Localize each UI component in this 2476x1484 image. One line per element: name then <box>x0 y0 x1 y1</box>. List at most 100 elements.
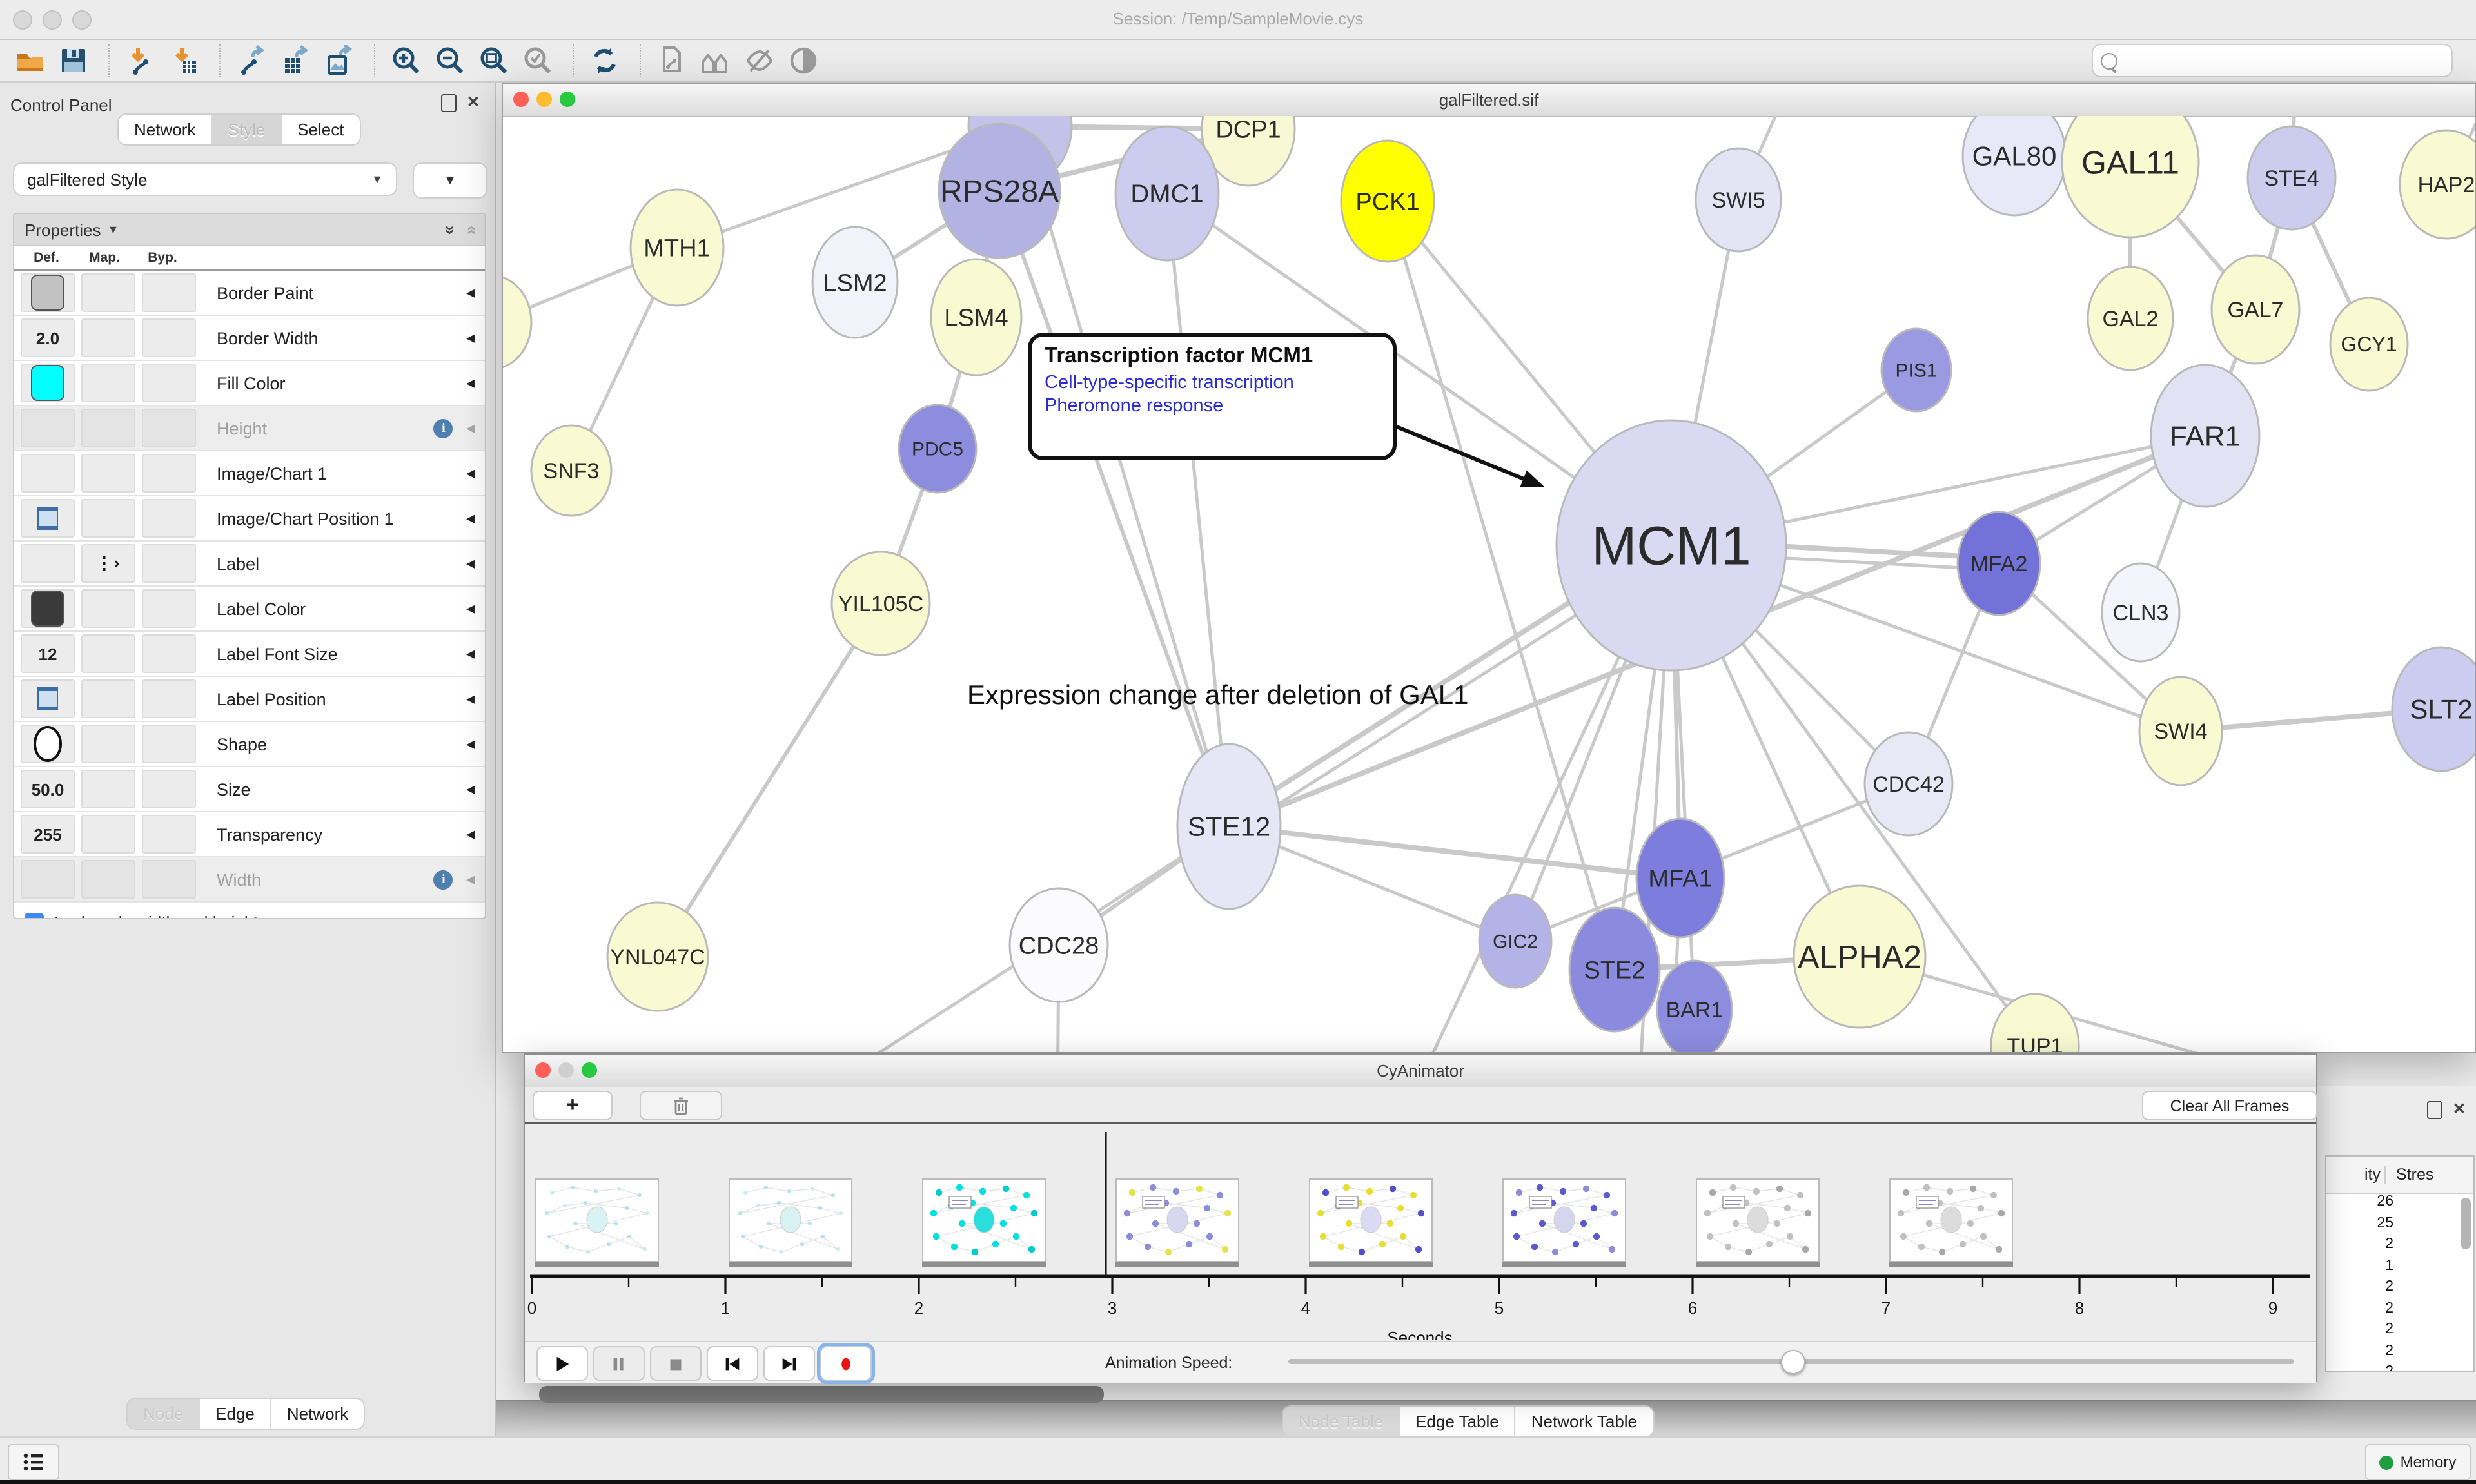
horizontal-scrollbar[interactable] <box>539 1386 1104 1403</box>
property-def-cell[interactable] <box>21 679 75 718</box>
add-frame-button[interactable]: + <box>533 1091 613 1120</box>
tab-network[interactable]: Network <box>271 1399 364 1429</box>
table-row[interactable]: 1 <box>2326 1258 2473 1279</box>
clear-all-frames-button[interactable]: Clear All Frames <box>2142 1091 2317 1120</box>
zoom-selected-button[interactable] <box>518 43 557 79</box>
property-map-cell[interactable] <box>81 634 135 673</box>
property-row-image-chart-1[interactable]: Image/Chart 1◂ <box>14 451 485 496</box>
last-frame-button[interactable] <box>763 1346 815 1381</box>
property-byp-cell[interactable] <box>142 634 196 673</box>
property-row-label-color[interactable]: Label Color◂ <box>14 587 485 632</box>
table-row[interactable]: 25 <box>2326 1215 2473 1236</box>
zoom-out-button[interactable] <box>431 43 469 79</box>
property-map-cell[interactable] <box>81 770 135 808</box>
property-map-cell[interactable]: ⋮› <box>81 544 135 583</box>
property-def-cell[interactable] <box>21 725 75 763</box>
export-image-button[interactable] <box>320 43 359 79</box>
property-row-size[interactable]: 50.0Size◂ <box>14 767 485 812</box>
expand-all-icon[interactable]: » <box>440 225 460 234</box>
property-map-cell[interactable] <box>81 364 135 402</box>
property-map-cell[interactable] <box>81 679 135 718</box>
property-def-cell[interactable] <box>21 364 75 402</box>
column-header[interactable]: Stres <box>2386 1166 2433 1184</box>
cyanimator-titlebar[interactable]: CyAnimator <box>525 1055 2316 1088</box>
expand-property-icon[interactable]: ◂ <box>466 643 475 664</box>
property-def-cell[interactable]: 255 <box>21 815 75 854</box>
open-session-button[interactable] <box>10 43 49 79</box>
property-row-width[interactable]: Widthi◂ <box>14 857 485 903</box>
expand-property-icon[interactable]: ◂ <box>466 553 475 574</box>
property-def-cell[interactable] <box>21 860 75 899</box>
tab-network[interactable]: Network <box>119 115 212 144</box>
search-input[interactable] <box>2123 50 2444 71</box>
property-byp-cell[interactable] <box>142 499 196 538</box>
property-row-label[interactable]: ⋮›Label◂ <box>14 542 485 587</box>
collapse-all-icon[interactable]: » <box>460 225 480 234</box>
import-network-button[interactable] <box>121 43 160 79</box>
property-byp-cell[interactable] <box>142 544 196 583</box>
expand-property-icon[interactable]: ◂ <box>466 418 475 438</box>
property-byp-cell[interactable] <box>142 725 196 763</box>
stop-button[interactable] <box>650 1346 702 1381</box>
pause-button[interactable] <box>593 1346 645 1381</box>
zoom-fit-button[interactable] <box>475 43 513 79</box>
property-map-cell[interactable] <box>81 589 135 628</box>
property-map-cell[interactable] <box>81 499 135 538</box>
property-byp-cell[interactable] <box>142 364 196 402</box>
property-def-cell[interactable]: 12 <box>21 634 75 673</box>
property-def-cell[interactable] <box>21 454 75 493</box>
property-byp-cell[interactable] <box>142 860 196 899</box>
expand-property-icon[interactable]: ◂ <box>466 869 475 890</box>
property-map-cell[interactable] <box>81 815 135 854</box>
save-session-button[interactable] <box>54 43 93 79</box>
property-map-cell[interactable] <box>81 409 135 447</box>
property-byp-cell[interactable] <box>142 770 196 808</box>
export-table-button[interactable] <box>276 43 315 79</box>
table-row[interactable]: 2 <box>2326 1322 2473 1343</box>
property-byp-cell[interactable] <box>142 318 196 357</box>
properties-header-label[interactable]: Properties <box>25 220 101 239</box>
show-all-button[interactable] <box>784 43 823 79</box>
property-row-border-width[interactable]: 2.0Border Width◂ <box>14 316 485 361</box>
tab-select[interactable]: Select <box>282 115 359 144</box>
tab-edge[interactable]: Edge <box>200 1399 271 1429</box>
first-frame-button[interactable] <box>707 1346 758 1381</box>
panel-list-button[interactable] <box>8 1444 59 1480</box>
close-panel-icon[interactable]: ✕ <box>467 93 480 111</box>
property-row-label-position[interactable]: Label Position◂ <box>14 677 485 722</box>
tab-node[interactable]: Node <box>128 1399 200 1429</box>
network-canvas[interactable]: RPS28ADCP1DMC1PCK1MTH1LSM2LSM4SNF3PDC5YI… <box>503 116 2475 1052</box>
expand-property-icon[interactable]: ◂ <box>466 598 475 619</box>
node-sliver[interactable] <box>503 276 531 369</box>
property-def-cell[interactable] <box>21 589 75 628</box>
property-byp-cell[interactable] <box>142 589 196 628</box>
table-row[interactable]: 2 <box>2326 1364 2473 1372</box>
property-row-height[interactable]: Heighti◂ <box>14 406 485 451</box>
property-map-cell[interactable] <box>81 454 135 493</box>
column-header[interactable]: ity <box>2326 1166 2386 1184</box>
property-byp-cell[interactable] <box>142 409 196 447</box>
refresh-button[interactable] <box>585 43 624 79</box>
style-options-button[interactable]: ▼ <box>413 162 487 199</box>
expand-property-icon[interactable]: ◂ <box>466 779 475 799</box>
property-def-cell[interactable] <box>21 273 75 312</box>
table-row[interactable]: 2 <box>2326 1279 2473 1300</box>
expand-property-icon[interactable]: ◂ <box>466 824 475 845</box>
property-map-cell[interactable] <box>81 725 135 763</box>
expand-property-icon[interactable]: ◂ <box>466 282 475 303</box>
float-panel-icon[interactable] <box>2427 1101 2442 1126</box>
property-row-image-chart-position-1[interactable]: Image/Chart Position 1◂ <box>14 496 485 542</box>
tab-edge-table[interactable]: Edge Table <box>1400 1407 1516 1436</box>
property-def-cell[interactable] <box>21 544 75 583</box>
style-selector[interactable]: galFiltered Style ▼ <box>13 162 397 196</box>
table-row[interactable]: 2 <box>2326 1343 2473 1364</box>
property-map-cell[interactable] <box>81 273 135 312</box>
expand-property-icon[interactable]: ◂ <box>466 688 475 709</box>
property-row-fill-color[interactable]: Fill Color◂ <box>14 361 485 406</box>
network-window-titlebar[interactable]: galFiltered.sif <box>503 84 2475 117</box>
property-map-cell[interactable] <box>81 318 135 357</box>
property-byp-cell[interactable] <box>142 815 196 854</box>
close-panel-icon[interactable]: ✕ <box>2453 1100 2466 1118</box>
export-network-button[interactable] <box>232 43 271 79</box>
table-scrollbar[interactable] <box>2461 1198 2471 1249</box>
